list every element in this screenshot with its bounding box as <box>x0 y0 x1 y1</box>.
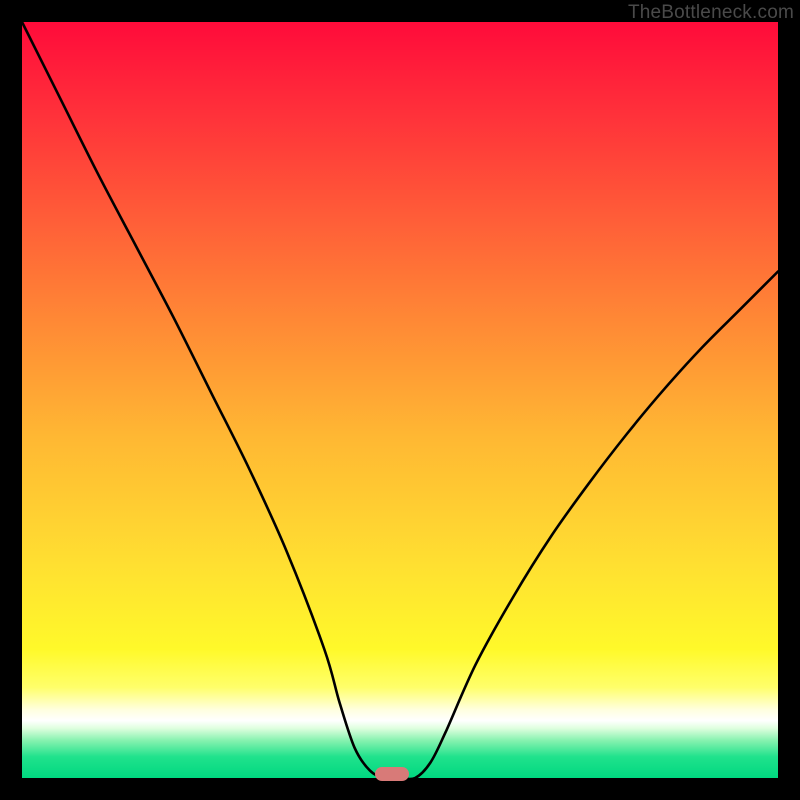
watermark-text: TheBottleneck.com <box>628 2 794 24</box>
chart-frame: TheBottleneck.com <box>0 0 800 800</box>
optimum-marker <box>375 767 409 781</box>
plot-area <box>22 22 778 778</box>
bottleneck-curve <box>22 22 778 778</box>
curve-path <box>22 22 778 779</box>
